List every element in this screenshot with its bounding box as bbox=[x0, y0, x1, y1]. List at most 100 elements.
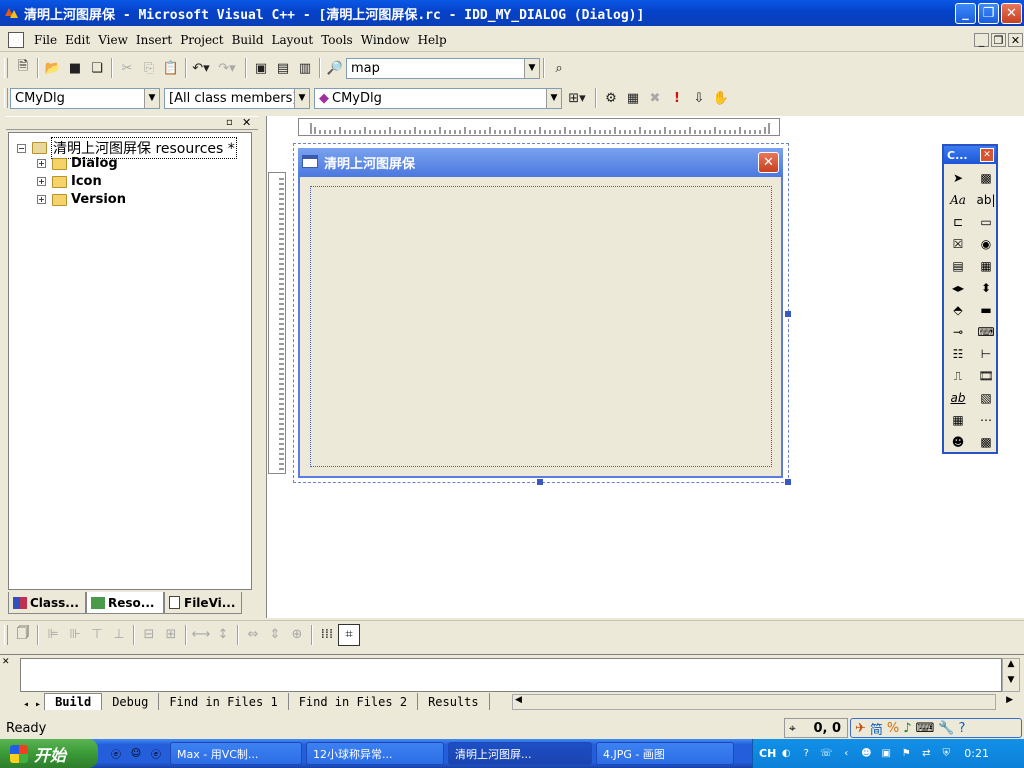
slider-icon[interactable]: ⊸ bbox=[946, 321, 970, 343]
go-icon[interactable]: ⇩ bbox=[688, 87, 710, 109]
output-scrollbar[interactable]: ▲ ▼ bbox=[1002, 658, 1020, 692]
date-picker-icon[interactable]: ▧ bbox=[974, 387, 998, 409]
toolbar-grip[interactable] bbox=[4, 58, 8, 78]
group-box-icon[interactable]: ⊏ bbox=[946, 211, 970, 233]
menu-project[interactable]: Project bbox=[176, 33, 227, 47]
tab-build[interactable]: Build bbox=[44, 693, 103, 710]
output-hscrollbar[interactable]: ◀ ▶ bbox=[512, 694, 1013, 710]
tree-item-icon[interactable]: + Icon bbox=[37, 174, 102, 189]
tray-network-icon[interactable]: ⇄ bbox=[918, 746, 934, 762]
menu-window[interactable]: Window bbox=[357, 33, 414, 47]
test-dialog-icon[interactable]: 🗍 bbox=[12, 624, 34, 646]
quicklaunch-ie-icon[interactable]: ⓔ bbox=[108, 746, 124, 762]
horizontal-ruler[interactable] bbox=[298, 118, 780, 136]
resize-handle-bottom[interactable] bbox=[537, 479, 543, 485]
static-text-icon[interactable]: Aa bbox=[946, 189, 970, 211]
menu-edit[interactable]: Edit bbox=[61, 33, 94, 47]
tools-icon[interactable]: 🔧 bbox=[938, 721, 954, 736]
paste-icon[interactable]: 📋 bbox=[160, 57, 182, 79]
keyboard-icon[interactable]: ⌨ bbox=[916, 721, 935, 736]
task-max[interactable]: Max - 用VC制... bbox=[170, 742, 302, 765]
tab-find-in-files-1[interactable]: Find in Files 1 bbox=[159, 693, 289, 710]
menu-layout[interactable]: Layout bbox=[268, 33, 318, 47]
cut-icon[interactable]: ✂ bbox=[116, 57, 138, 79]
execute-icon[interactable]: ! bbox=[666, 87, 688, 109]
toggle-guides-icon[interactable]: ⌗ bbox=[338, 623, 360, 646]
align-bottom-icon[interactable]: ⊥ bbox=[108, 624, 130, 646]
workspace-icon[interactable]: ▣ bbox=[250, 57, 272, 79]
make-same-width-icon[interactable]: ⇔ bbox=[242, 624, 264, 646]
pointer-icon[interactable]: ➤ bbox=[946, 167, 970, 189]
picture-control-icon[interactable]: ▩ bbox=[974, 167, 998, 189]
minimize-button[interactable]: _ bbox=[955, 3, 976, 24]
month-calendar-icon[interactable]: ▦ bbox=[946, 409, 970, 431]
toggle-grid-icon[interactable]: ⁞⁞⁞ bbox=[316, 624, 338, 646]
scroll-right-icon[interactable]: ▶ bbox=[1006, 695, 1013, 705]
menu-build[interactable]: Build bbox=[228, 33, 268, 47]
chevron-down-icon[interactable]: ▼ bbox=[294, 88, 309, 108]
tab-scroll-left-icon[interactable]: ◂ bbox=[20, 699, 32, 710]
quicklaunch-browser-icon[interactable]: ⓔ bbox=[148, 746, 164, 762]
palette-close-icon[interactable]: ✕ bbox=[980, 148, 994, 162]
task-notepad[interactable]: 12小球称异常... bbox=[306, 742, 444, 765]
tab-debug[interactable]: Debug bbox=[102, 693, 160, 710]
open-icon[interactable]: 📂 bbox=[42, 57, 64, 79]
quicklaunch-qq-icon[interactable]: ☺ bbox=[128, 746, 144, 762]
menu-file[interactable]: File bbox=[30, 33, 61, 47]
wizard-action-icon[interactable]: ⊞▾ bbox=[562, 87, 592, 109]
tab-classview[interactable]: Class... bbox=[8, 592, 86, 614]
ime-tone-icon[interactable]: ♪ bbox=[903, 721, 911, 736]
breakpoint-hand-icon[interactable]: ✋ bbox=[710, 87, 732, 109]
resize-handle-corner[interactable] bbox=[785, 479, 791, 485]
chevron-down-icon[interactable]: ▼ bbox=[524, 58, 539, 78]
tree-item-dialog[interactable]: + Dialog bbox=[37, 156, 118, 171]
close-button[interactable]: ✕ bbox=[1001, 3, 1022, 24]
center-horizontal-icon[interactable]: ⊞ bbox=[160, 624, 182, 646]
button-icon[interactable]: ▭ bbox=[974, 211, 998, 233]
palette-title-bar[interactable]: C... ✕ bbox=[944, 146, 996, 164]
document-icon[interactable] bbox=[8, 31, 24, 48]
mdi-minimize-button[interactable]: _ bbox=[974, 33, 989, 47]
edit-box-icon[interactable]: ab| bbox=[974, 189, 998, 211]
find-icon[interactable]: ⌕ bbox=[548, 57, 570, 79]
tray-qq-icon[interactable]: ☻ bbox=[858, 746, 874, 762]
extended-combo-icon[interactable]: ▩ bbox=[974, 431, 998, 453]
output-icon[interactable]: ▤ bbox=[272, 57, 294, 79]
rich-edit-icon[interactable]: ab bbox=[946, 387, 970, 409]
scroll-up-icon[interactable]: ▲ bbox=[1003, 659, 1019, 669]
custom-control-icon[interactable]: ☻ bbox=[946, 431, 970, 453]
dialog-title-bar[interactable]: 清明上河图屏保 bbox=[298, 148, 783, 177]
mdi-close-button[interactable]: ✕ bbox=[1008, 33, 1023, 47]
menu-help[interactable]: Help bbox=[414, 33, 451, 47]
animate-icon[interactable]: 🎞 bbox=[974, 365, 998, 387]
menu-view[interactable]: View bbox=[94, 33, 132, 47]
tray-shield-icon[interactable]: ⛨ bbox=[938, 746, 954, 762]
save-all-icon[interactable]: ❏ bbox=[86, 57, 108, 79]
find-combo[interactable]: map ▼ bbox=[346, 57, 540, 79]
ime-punct-icon[interactable]: % bbox=[887, 721, 899, 736]
controls-palette[interactable]: C... ✕ ➤ ▩ Aa ab| ⊏ ▭ ☒ ◉ ▤ ▦ ◂▸ ⬍ ⬘ ▬ ⊸… bbox=[942, 144, 998, 454]
tray-app-icon[interactable]: ▣ bbox=[878, 746, 894, 762]
undo-icon[interactable]: ↶▾ bbox=[190, 57, 212, 79]
save-icon[interactable]: ■ bbox=[64, 57, 86, 79]
window-list-icon[interactable]: ▥ bbox=[294, 57, 316, 79]
align-top-icon[interactable]: ⊤ bbox=[86, 624, 108, 646]
workspace-header[interactable]: ▫ ✕ bbox=[6, 116, 258, 130]
task-vc[interactable]: 清明上河图屏... bbox=[448, 742, 592, 765]
output-close-icon[interactable]: ✕ bbox=[2, 657, 10, 667]
tab-resourceview[interactable]: Reso... bbox=[86, 592, 164, 614]
tab-scroll-right-icon[interactable]: ▸ bbox=[32, 699, 44, 710]
align-left-icon[interactable]: ⊫ bbox=[42, 624, 64, 646]
expand-icon[interactable]: + bbox=[37, 195, 46, 204]
tree-control-icon[interactable]: ⊢ bbox=[974, 343, 998, 365]
chevron-down-icon[interactable]: ▼ bbox=[144, 88, 159, 108]
horizontal-scrollbar-icon[interactable]: ◂▸ bbox=[946, 277, 970, 299]
ip-address-icon[interactable]: ⋯ bbox=[974, 409, 998, 431]
menu-tools[interactable]: Tools bbox=[317, 33, 357, 47]
tray-expand-icon[interactable]: ‹ bbox=[838, 746, 854, 762]
dialog-close-button[interactable]: ✕ bbox=[758, 152, 779, 173]
menu-insert[interactable]: Insert bbox=[132, 33, 176, 47]
make-same-size-icon[interactable]: ⊕ bbox=[286, 624, 308, 646]
tab-control-icon[interactable]: ⎍ bbox=[946, 365, 970, 387]
resize-handle-right[interactable] bbox=[785, 311, 791, 317]
